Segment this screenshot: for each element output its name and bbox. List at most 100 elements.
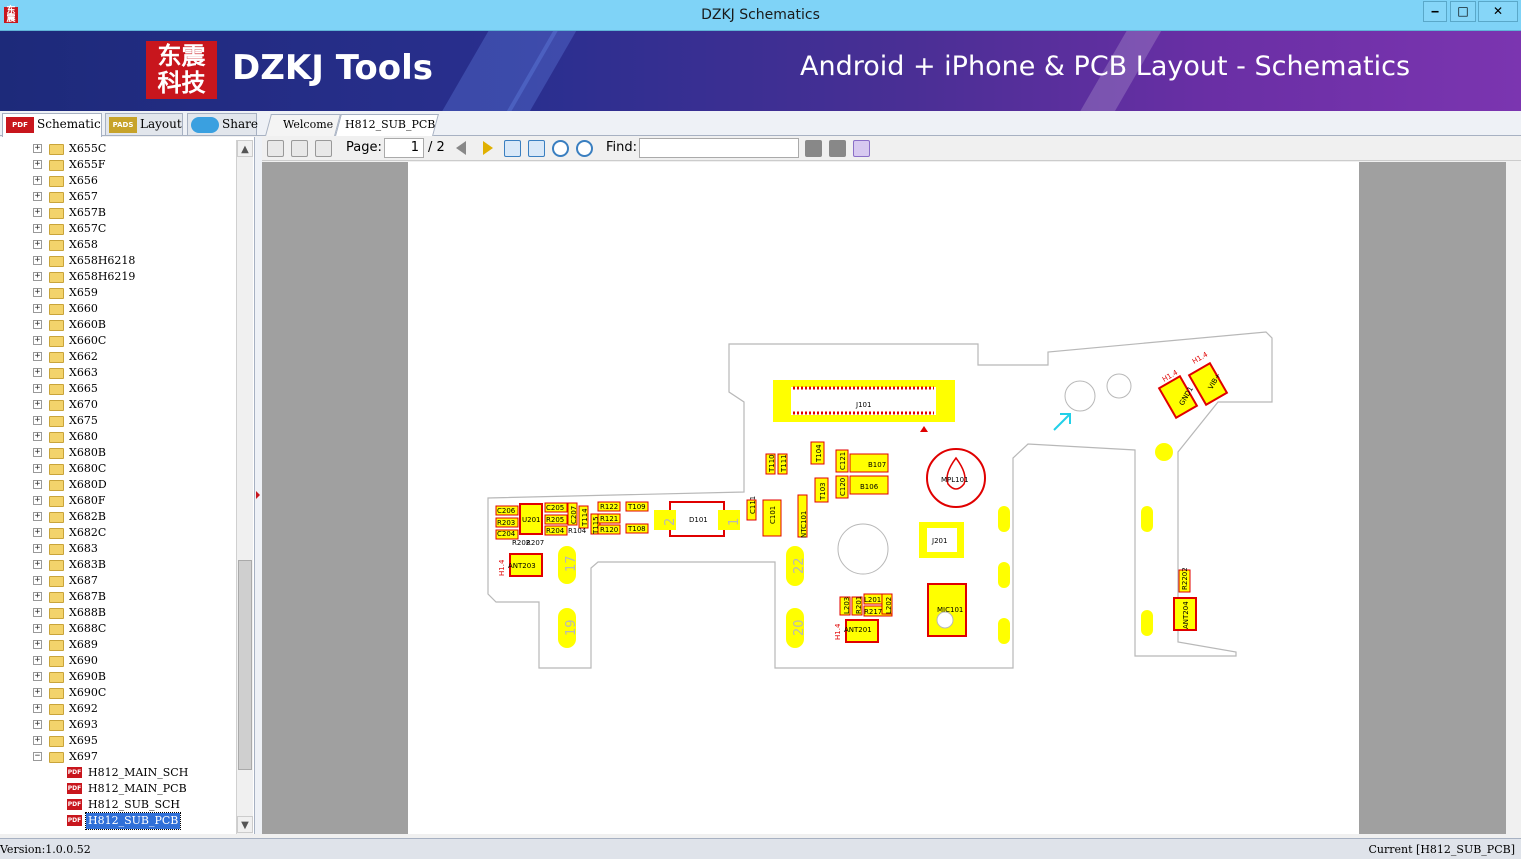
tree-folder[interactable]: + X659	[0, 285, 236, 301]
open-file-icon[interactable]	[267, 140, 284, 157]
expand-icon[interactable]: +	[33, 720, 42, 729]
expand-icon[interactable]: +	[33, 464, 42, 473]
expand-icon[interactable]: +	[33, 512, 42, 521]
tree-folder[interactable]: + X660C	[0, 333, 236, 349]
tree-file[interactable]: PDF H812_SUB_SCH	[0, 797, 236, 813]
scroll-up-icon[interactable]: ▲	[237, 140, 253, 157]
tree-folder[interactable]: + X693	[0, 717, 236, 733]
tree-folder[interactable]: + X680D	[0, 477, 236, 493]
tree-folder[interactable]: + X683B	[0, 557, 236, 573]
expand-icon[interactable]: +	[33, 608, 42, 617]
expand-icon[interactable]: +	[33, 624, 42, 633]
prev-page-icon[interactable]	[456, 141, 466, 155]
tree-folder[interactable]: + X682C	[0, 525, 236, 541]
tree-folder[interactable]: + X657C	[0, 221, 236, 237]
tree-file[interactable]: PDF H812_MAIN_PCB	[0, 781, 236, 797]
expand-icon[interactable]: +	[33, 368, 42, 377]
maximize-button[interactable]: □	[1450, 1, 1476, 22]
copy-page-icon[interactable]	[291, 140, 308, 157]
tree-folder[interactable]: + X655F	[0, 157, 236, 173]
expand-icon[interactable]: +	[33, 336, 42, 345]
scroll-down-icon[interactable]: ▼	[237, 816, 253, 833]
expand-icon[interactable]: +	[33, 144, 42, 153]
expand-icon[interactable]: +	[33, 656, 42, 665]
find-input[interactable]	[639, 138, 799, 158]
tree-folder[interactable]: + X655C	[0, 141, 236, 157]
zoom-in-icon[interactable]	[576, 140, 593, 157]
tree-folder[interactable]: + X658H6219	[0, 269, 236, 285]
find-next-icon[interactable]	[829, 140, 846, 157]
highlight-text-icon[interactable]	[853, 140, 870, 157]
collapse-arrow-icon[interactable]	[256, 491, 260, 499]
tree-folder[interactable]: + X665	[0, 381, 236, 397]
tree-file[interactable]: PDF H812_MAIN_SCH	[0, 765, 236, 781]
tree-folder[interactable]: + X657B	[0, 205, 236, 221]
expand-icon[interactable]: +	[33, 224, 42, 233]
tree-folder[interactable]: + X689	[0, 637, 236, 653]
tree-folder[interactable]: + X690	[0, 653, 236, 669]
zoom-out-icon[interactable]	[552, 140, 569, 157]
expand-icon[interactable]: +	[33, 544, 42, 553]
tree-folder[interactable]: + X682B	[0, 509, 236, 525]
doc-tab-h812-sub-pcb[interactable]: H812_SUB_PCB ✕	[335, 114, 439, 152]
tree-folder[interactable]: + X662	[0, 349, 236, 365]
tree-folder[interactable]: + X687B	[0, 589, 236, 605]
doc-tab-welcome[interactable]: Welcome	[265, 114, 341, 136]
fit-page-icon[interactable]	[528, 140, 545, 157]
scroll-thumb[interactable]	[238, 560, 252, 770]
expand-icon[interactable]: +	[33, 400, 42, 409]
expand-icon[interactable]: +	[33, 736, 42, 745]
expand-icon[interactable]: +	[33, 288, 42, 297]
expand-icon[interactable]: +	[33, 352, 42, 361]
expand-icon[interactable]: +	[33, 256, 42, 265]
expand-icon[interactable]: +	[33, 592, 42, 601]
tree-folder[interactable]: + X657	[0, 189, 236, 205]
pdf-viewer[interactable]: J101 C206 R203 C204 U201 R202 R207 C205 …	[262, 162, 1506, 834]
expand-icon[interactable]: +	[33, 480, 42, 489]
tree-folder[interactable]: + X658	[0, 237, 236, 253]
tree-folder[interactable]: + X680C	[0, 461, 236, 477]
minimize-button[interactable]: ‒	[1423, 1, 1447, 22]
tree-folder[interactable]: + X690B	[0, 669, 236, 685]
collapse-icon[interactable]: −	[33, 752, 42, 761]
tab-schematic[interactable]: PDF Schematic	[2, 113, 102, 137]
expand-icon[interactable]: +	[33, 528, 42, 537]
close-button[interactable]: ✕	[1478, 1, 1518, 22]
expand-icon[interactable]: +	[33, 192, 42, 201]
tab-share[interactable]: Share	[187, 113, 258, 135]
tree-folder[interactable]: + X680	[0, 429, 236, 445]
find-prev-icon[interactable]	[805, 140, 822, 157]
tree-folder[interactable]: + X690C	[0, 685, 236, 701]
tree-folder[interactable]: + X688B	[0, 605, 236, 621]
expand-icon[interactable]: +	[33, 672, 42, 681]
tree-folder[interactable]: + X688C	[0, 621, 236, 637]
expand-icon[interactable]: +	[33, 448, 42, 457]
tree-folder[interactable]: + X663	[0, 365, 236, 381]
expand-icon[interactable]: +	[33, 496, 42, 505]
tree-folder[interactable]: − X697	[0, 749, 236, 765]
expand-icon[interactable]: +	[33, 320, 42, 329]
tree-folder[interactable]: + X680F	[0, 493, 236, 509]
expand-icon[interactable]: +	[33, 560, 42, 569]
next-page-icon[interactable]	[483, 141, 493, 155]
tree-folder[interactable]: + X675	[0, 413, 236, 429]
tree-folder[interactable]: + X660	[0, 301, 236, 317]
tree-folder[interactable]: + X687	[0, 573, 236, 589]
expand-icon[interactable]: +	[33, 208, 42, 217]
expand-icon[interactable]: +	[33, 704, 42, 713]
expand-icon[interactable]: +	[33, 640, 42, 649]
tree-folder[interactable]: + X692	[0, 701, 236, 717]
two-page-icon[interactable]	[315, 140, 332, 157]
expand-icon[interactable]: +	[33, 384, 42, 393]
panel-splitter[interactable]	[255, 137, 262, 834]
tree-folder[interactable]: + X658H6218	[0, 253, 236, 269]
expand-icon[interactable]: +	[33, 272, 42, 281]
tab-layout[interactable]: PADS Layout	[105, 113, 183, 135]
expand-icon[interactable]: +	[33, 416, 42, 425]
tree-file[interactable]: PDF H812_SUB_PCB	[0, 812, 236, 830]
expand-icon[interactable]: +	[33, 576, 42, 585]
tree-folder[interactable]: + X660B	[0, 317, 236, 333]
expand-icon[interactable]: +	[33, 688, 42, 697]
expand-icon[interactable]: +	[33, 176, 42, 185]
tree-folder[interactable]: + X670	[0, 397, 236, 413]
